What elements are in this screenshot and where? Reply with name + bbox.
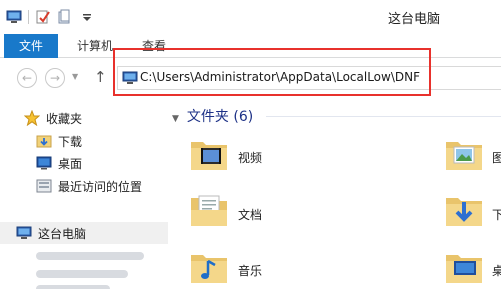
- tab-file[interactable]: 文件: [4, 34, 58, 58]
- back-button[interactable]: ←: [17, 68, 37, 88]
- recent-locations-dropdown[interactable]: ▼: [72, 72, 78, 81]
- highlight-box: [113, 48, 431, 96]
- sidebar-item-label: 最近访问的位置: [58, 179, 143, 194]
- desktop-folder-icon[interactable]: [444, 247, 484, 287]
- sidebar-item-label: 下载: [58, 134, 83, 149]
- sidebar-item-recent-places[interactable]: 最近访问的位置: [36, 176, 142, 196]
- sidebar-item-label: 桌面: [58, 156, 83, 171]
- sidebar-item-this-pc[interactable]: 这台电脑: [16, 223, 86, 243]
- blurred-drive-entry[interactable]: [36, 270, 128, 278]
- computer-icon: [16, 225, 32, 241]
- sidebar-item-downloads[interactable]: 下载: [36, 131, 82, 151]
- arrow-right-icon: →: [49, 71, 61, 85]
- folder-label-videos[interactable]: 视频: [238, 149, 262, 166]
- videos-folder-icon[interactable]: [189, 134, 229, 174]
- customize-dropdown-icon[interactable]: [79, 9, 95, 25]
- sidebar-item-label: 收藏夹: [46, 111, 83, 126]
- desktop-icon: [36, 155, 52, 171]
- folder-label-desktop[interactable]: 桌: [492, 262, 501, 279]
- download-folder-icon: [36, 133, 52, 149]
- star-icon: [23, 109, 41, 127]
- pictures-folder-icon[interactable]: [444, 134, 484, 174]
- music-folder-icon[interactable]: [189, 247, 229, 287]
- up-button[interactable]: ↑: [94, 68, 107, 86]
- sidebar-item-desktop[interactable]: 桌面: [36, 153, 82, 173]
- folder-label-music[interactable]: 音乐: [238, 262, 262, 279]
- sidebar-item-label: 这台电脑: [38, 226, 87, 241]
- folder-label-documents[interactable]: 文档: [238, 206, 262, 223]
- chevron-down-icon: ▼: [172, 114, 179, 124]
- toolbar-divider: [28, 10, 29, 24]
- section-title: 文件夹 (6): [186, 109, 254, 125]
- arrow-up-icon: ↑: [94, 68, 107, 86]
- forward-button[interactable]: →: [45, 68, 65, 88]
- properties-icon[interactable]: [35, 9, 51, 25]
- section-divider: [266, 116, 501, 117]
- computer-icon[interactable]: [6, 9, 22, 25]
- folder-label-pictures[interactable]: 图: [492, 149, 501, 166]
- blurred-drive-entry[interactable]: [36, 252, 144, 260]
- folder-label-downloads[interactable]: 下: [492, 206, 501, 223]
- downloads-folder-icon[interactable]: [444, 190, 484, 230]
- chevron-down-icon: ▼: [72, 72, 79, 81]
- title-bar: 这台电脑: [0, 0, 501, 34]
- arrow-left-icon: ←: [21, 71, 33, 85]
- new-folder-icon[interactable]: [57, 9, 73, 25]
- section-header[interactable]: ▼ 文件夹 (6): [172, 106, 253, 126]
- recent-places-icon: [36, 178, 52, 194]
- window-title: 这台电脑: [388, 12, 441, 27]
- documents-folder-icon[interactable]: [189, 190, 229, 230]
- quick-access-toolbar: [6, 8, 101, 26]
- blurred-drive-entry[interactable]: [36, 285, 110, 289]
- sidebar-item-favorites[interactable]: 收藏夹: [23, 108, 83, 128]
